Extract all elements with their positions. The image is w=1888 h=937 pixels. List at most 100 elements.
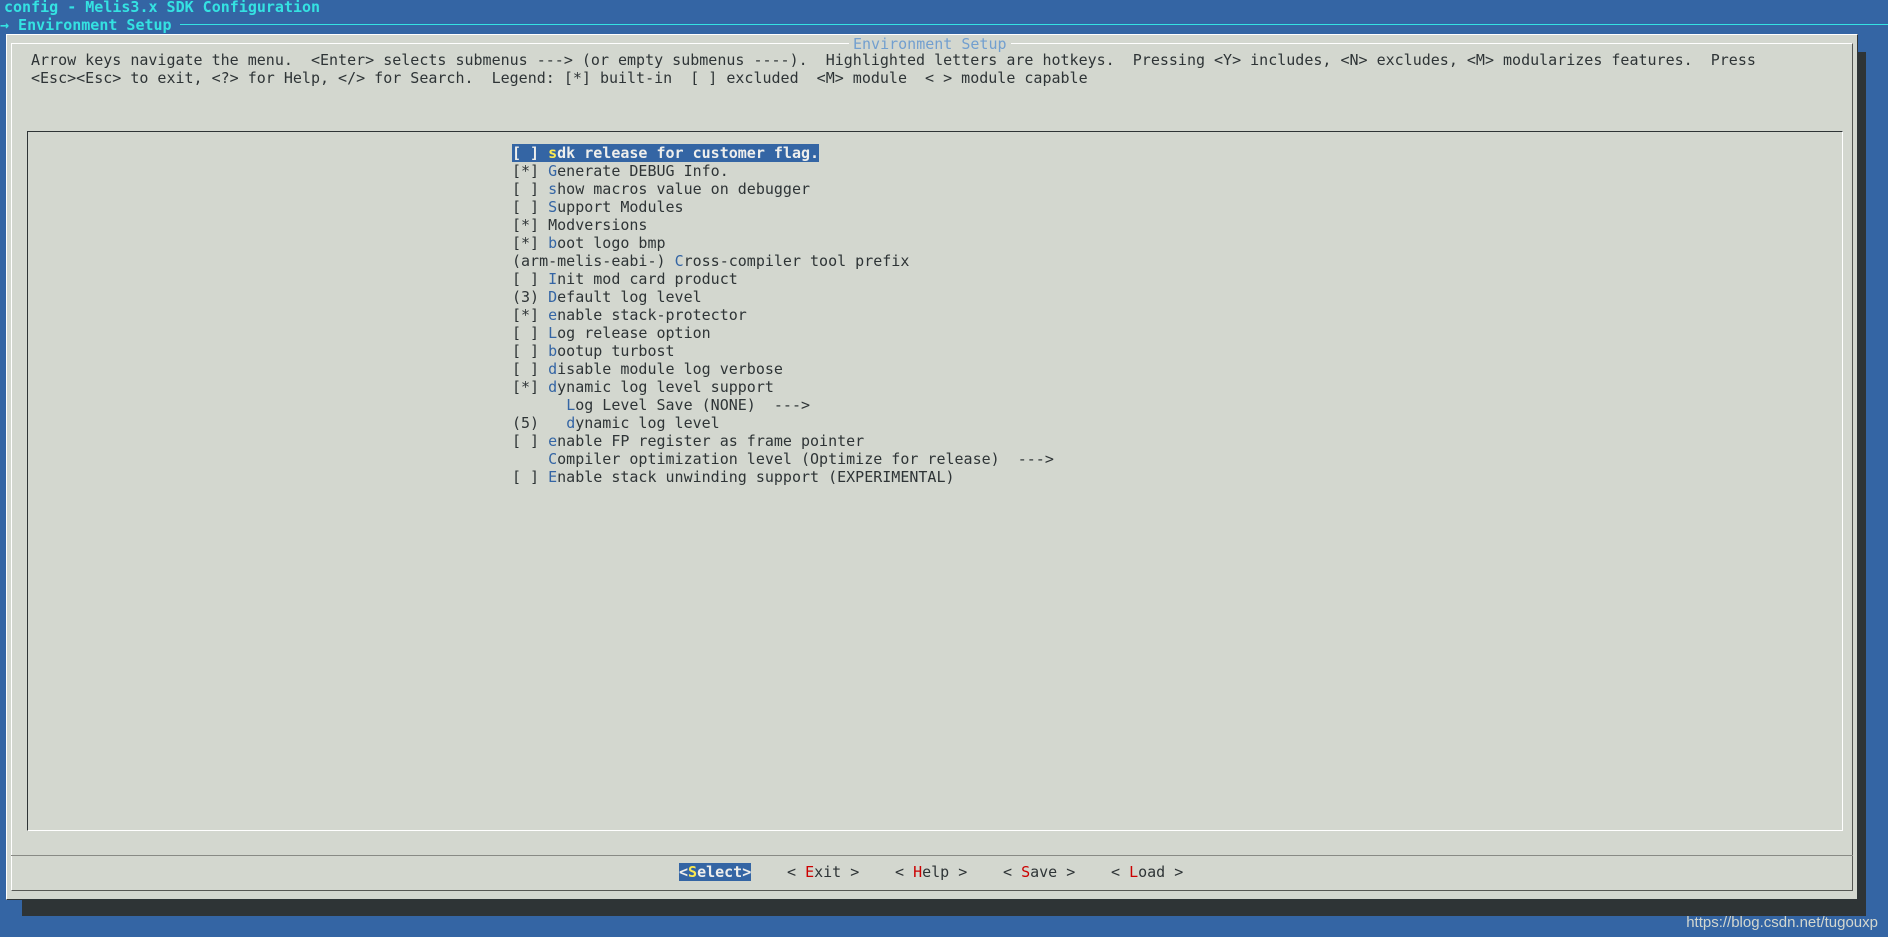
menu-item-hotkey: e bbox=[548, 432, 558, 450]
menu-box: [ ] sdk release for customer flag. [*] Ge… bbox=[27, 131, 1843, 831]
menu-item-text: [*] enable stack-protector bbox=[512, 306, 747, 324]
watermark-text: https://blog.csdn.net/tugouxp bbox=[1686, 914, 1878, 931]
button-load[interactable]: < Load > bbox=[1111, 863, 1183, 881]
menu-item[interactable]: [ ] Log release option bbox=[512, 324, 711, 342]
menu-item[interactable]: [ ] Enable stack unwinding support (EXPE… bbox=[512, 468, 955, 486]
menu-item-text: [*] Generate DEBUG Info. bbox=[512, 162, 729, 180]
menu-item-label: nable FP register as frame pointer bbox=[557, 432, 865, 450]
button-label: oad bbox=[1138, 863, 1166, 881]
menu-item[interactable]: (arm-melis-eabi-) Cross-compiler tool pr… bbox=[512, 252, 909, 270]
menu-item-prefix: (5) bbox=[512, 414, 567, 432]
button-hotkey: S bbox=[688, 863, 698, 881]
menu-item-label: og release option bbox=[557, 324, 711, 342]
menu-item[interactable]: [ ] show macros value on debugger bbox=[512, 180, 810, 198]
menu-item-prefix: [*] bbox=[512, 378, 549, 396]
menu-item-text: (5) dynamic log level bbox=[512, 414, 720, 432]
button-label: xit bbox=[814, 863, 842, 881]
button-help[interactable]: < Help > bbox=[895, 863, 967, 881]
menu-item-prefix: [ ] bbox=[512, 468, 549, 486]
menu-item[interactable]: [ ] disable module log verbose bbox=[512, 360, 783, 378]
menu-item-label: odversions bbox=[557, 216, 648, 234]
menu-item-hotkey: S bbox=[548, 198, 558, 216]
menu-item-hotkey: D bbox=[548, 288, 558, 306]
button-label: elect bbox=[697, 863, 743, 881]
menu-item[interactable]: Compiler optimization level (Optimize fo… bbox=[512, 450, 1054, 468]
button-hotkey: S bbox=[1021, 863, 1031, 881]
button-save[interactable]: < Save > bbox=[1003, 863, 1075, 881]
menu-item[interactable]: [ ] Init mod card product bbox=[512, 270, 738, 288]
menu-item[interactable]: [ ] enable FP register as frame pointer bbox=[512, 432, 864, 450]
menu-item-hotkey: e bbox=[548, 306, 558, 324]
menu-item-prefix: [*] bbox=[512, 306, 549, 324]
breadcrumb-rule bbox=[180, 24, 1888, 25]
menu-item[interactable]: [ ] sdk release for customer flag. bbox=[512, 144, 820, 162]
menu-item-prefix bbox=[512, 450, 548, 468]
menu-item-hotkey: M bbox=[548, 216, 558, 234]
menu-item-prefix: [ ] bbox=[512, 198, 549, 216]
menu-item-prefix: [*] bbox=[512, 216, 549, 234]
button-bracket-left: < bbox=[895, 863, 914, 881]
menu-item-prefix: [*] bbox=[512, 234, 549, 252]
menu-item-text: [ ] disable module log verbose bbox=[512, 360, 783, 378]
menu-item-text: [ ] Init mod card product bbox=[512, 270, 738, 288]
menu-item-prefix: [ ] bbox=[512, 270, 549, 288]
menu-item[interactable]: (5) dynamic log level bbox=[512, 414, 720, 432]
help-text-line-1: Arrow keys navigate the menu. <Enter> se… bbox=[31, 51, 1756, 69]
menu-item-label: nable stack unwinding support (EXPERIMEN… bbox=[557, 468, 955, 486]
menu-item-label: og Level Save (NONE) ---> bbox=[575, 396, 811, 414]
menu-item-text: [ ] show macros value on debugger bbox=[512, 180, 810, 198]
menu-item-text: [ ] Enable stack unwinding support (EXPE… bbox=[512, 468, 955, 486]
menu-item-prefix: (3) bbox=[512, 288, 549, 306]
menu-item-hotkey: d bbox=[566, 414, 576, 432]
menu-item-prefix: [ ] bbox=[512, 180, 549, 198]
menu-item-hotkey: s bbox=[548, 144, 558, 162]
button-select[interactable]: <Select> bbox=[679, 863, 752, 881]
menu-item-prefix: [ ] bbox=[512, 342, 549, 360]
menu-item-prefix: (arm-melis-eabi-) bbox=[512, 252, 675, 270]
menu-item[interactable]: [*] Modversions bbox=[512, 216, 647, 234]
button-bar: <Select> < Exit > < Help > < Save > < Load > bbox=[7, 863, 1857, 883]
menu-item-text: [ ] Support Modules bbox=[512, 198, 684, 216]
menu-item-text: [ ] sdk release for customer flag. bbox=[512, 144, 820, 162]
menu-item-text: [ ] bootup turbost bbox=[512, 342, 675, 360]
menu-item-label: efault log level bbox=[557, 288, 702, 306]
button-bracket-right: > bbox=[949, 863, 968, 881]
menu-item[interactable]: [*] boot logo bmp bbox=[512, 234, 666, 252]
menu-item[interactable]: [*] Generate DEBUG Info. bbox=[512, 162, 729, 180]
menu-item-text: Compiler optimization level (Optimize fo… bbox=[512, 450, 1054, 468]
button-bracket-left: < bbox=[1111, 863, 1130, 881]
menu-item-label: upport Modules bbox=[557, 198, 684, 216]
menu-item-text: Log Level Save (NONE) ---> bbox=[512, 396, 810, 414]
menu-item-hotkey: d bbox=[548, 360, 558, 378]
button-bracket-right: > bbox=[1165, 863, 1184, 881]
menu-item-label: isable module log verbose bbox=[557, 360, 783, 378]
button-hotkey: E bbox=[805, 863, 815, 881]
button-bracket-left: < bbox=[1003, 863, 1022, 881]
menu-item[interactable]: Log Level Save (NONE) ---> bbox=[512, 396, 810, 414]
menu-item-text: (arm-melis-eabi-) Cross-compiler tool pr… bbox=[512, 252, 909, 270]
window-title: config - Melis3.x SDK Configuration bbox=[4, 0, 321, 16]
menu-item-label: how macros value on debugger bbox=[557, 180, 811, 198]
menu-item-hotkey: L bbox=[566, 396, 576, 414]
menu-item-hotkey: L bbox=[548, 324, 558, 342]
menu-item-prefix bbox=[512, 396, 566, 414]
menu-item[interactable]: [ ] bootup turbost bbox=[512, 342, 675, 360]
menu-item-prefix: [ ] bbox=[512, 360, 549, 378]
menu-item-hotkey: G bbox=[548, 162, 558, 180]
button-bar-divider bbox=[11, 855, 1853, 856]
menu-item-hotkey: C bbox=[548, 450, 558, 468]
menu-item-hotkey: b bbox=[548, 342, 558, 360]
button-bracket-left: < bbox=[679, 863, 689, 881]
button-exit[interactable]: < Exit > bbox=[787, 863, 859, 881]
button-hotkey: H bbox=[913, 863, 923, 881]
button-bracket-right: > bbox=[742, 863, 752, 881]
menu-item[interactable]: (3) Default log level bbox=[512, 288, 702, 306]
menu-item-text: (3) Default log level bbox=[512, 288, 702, 306]
button-bracket-right: > bbox=[841, 863, 860, 881]
menu-item-text: [*] Modversions bbox=[512, 216, 647, 234]
menu-item[interactable]: [*] enable stack-protector bbox=[512, 306, 747, 324]
menu-item[interactable]: [ ] Support Modules bbox=[512, 198, 684, 216]
button-label: ave bbox=[1030, 863, 1058, 881]
menu-item[interactable]: [*] dynamic log level support bbox=[512, 378, 774, 396]
menu-item-label: ynamic log level support bbox=[557, 378, 774, 396]
